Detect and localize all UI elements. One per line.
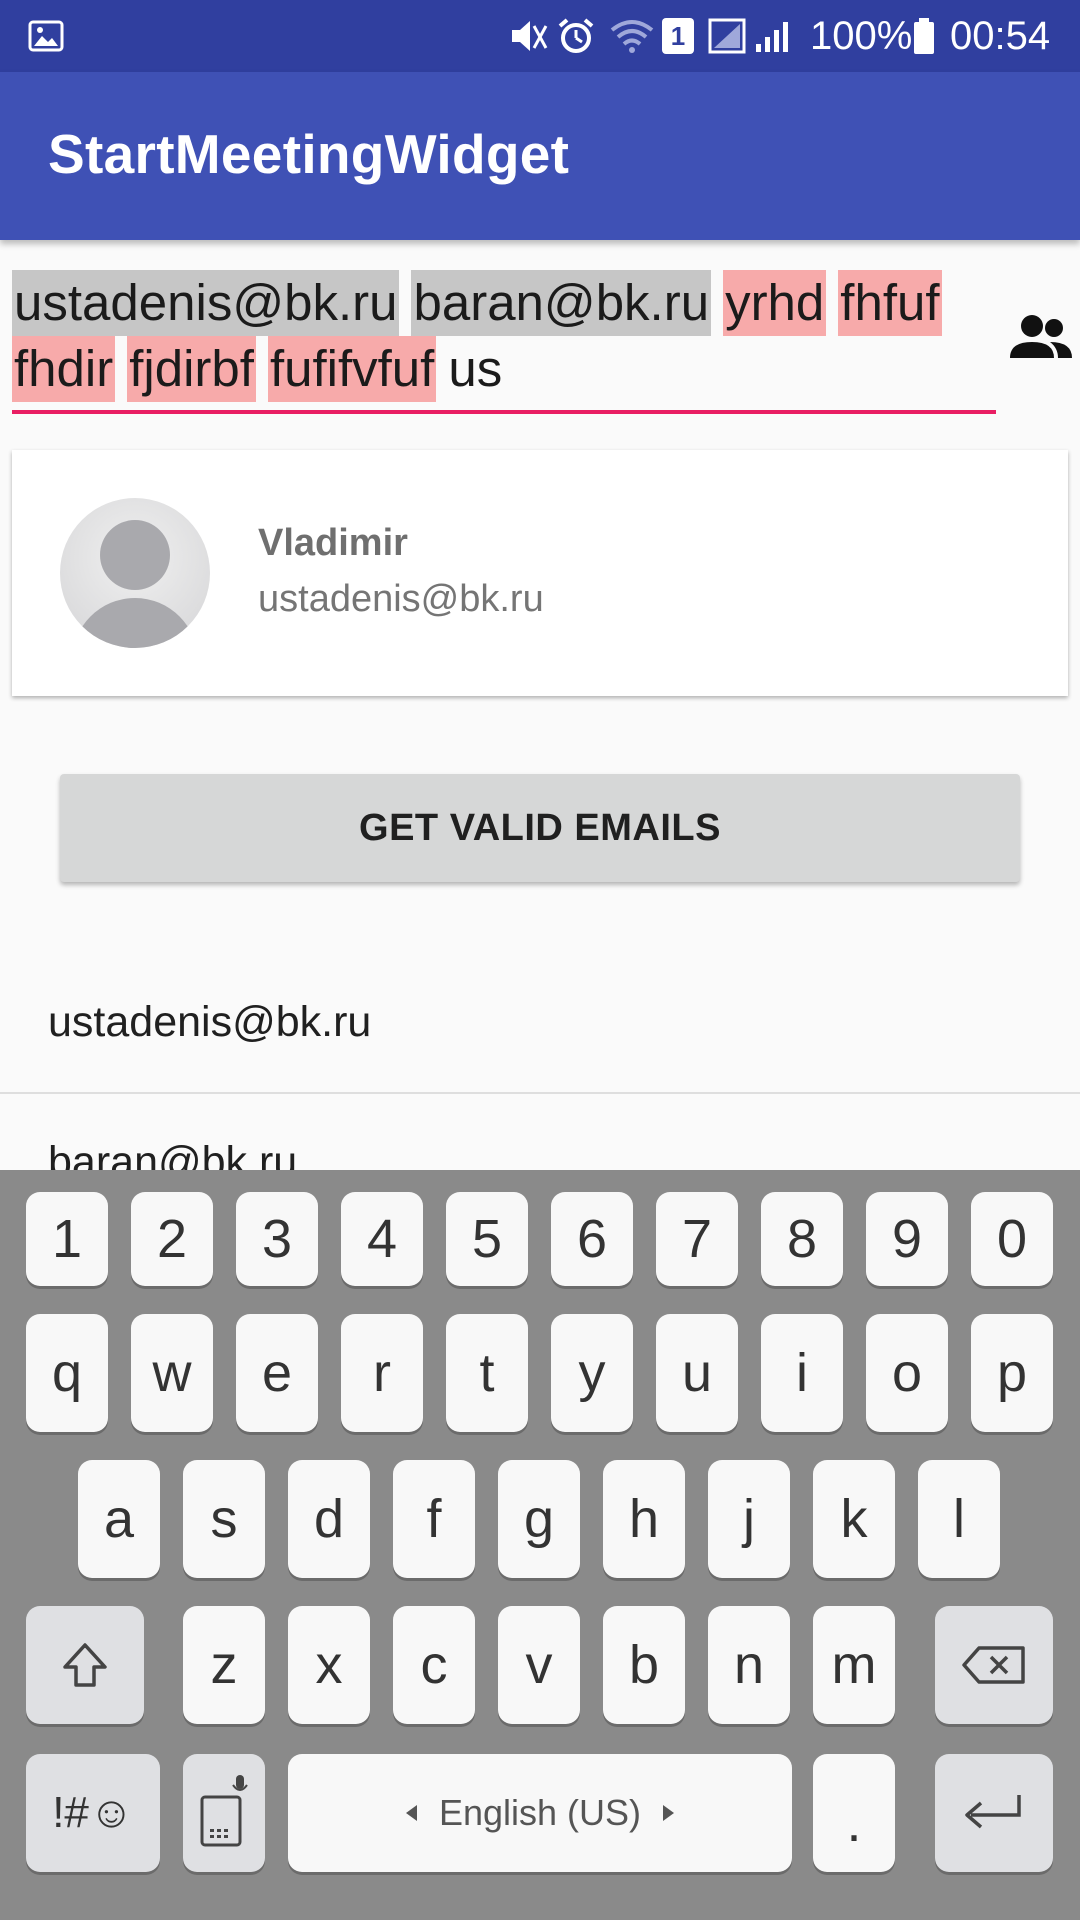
key-v[interactable]: v [498, 1606, 580, 1724]
key-5[interactable]: 5 [446, 1192, 528, 1286]
suggestion-email: ustadenis@bk.ru [258, 578, 544, 620]
recipient-chip[interactable]: ustadenis@bk.ru [12, 270, 400, 336]
recipient-chip[interactable]: baran@bk.ru [411, 270, 712, 336]
chevron-right-icon [663, 1805, 675, 1821]
recipient-chip-invalid[interactable]: fhdir [12, 336, 116, 402]
recipient-row-1: ustadenis@bk.ru baran@bk.ru yrhd fhfuf [12, 270, 942, 336]
divider [0, 1092, 1080, 1094]
contact-suggestion[interactable]: Vladimir ustadenis@bk.ru [12, 450, 1068, 696]
avatar [60, 498, 210, 648]
soft-keyboard: 1 2 3 4 5 6 7 8 9 0 q w e r t y u i o p … [0, 1170, 1080, 1920]
key-7[interactable]: 7 [656, 1192, 738, 1286]
shift-key[interactable] [26, 1606, 144, 1724]
key-c[interactable]: c [393, 1606, 475, 1724]
key-y[interactable]: y [551, 1314, 633, 1432]
status-bar: 1 100% 00:54 [0, 0, 1080, 72]
recipient-chip-invalid[interactable]: fhfuf [838, 270, 942, 336]
key-w[interactable]: w [131, 1314, 213, 1432]
key-b[interactable]: b [603, 1606, 685, 1724]
key-o[interactable]: o [866, 1314, 948, 1432]
key-2[interactable]: 2 [131, 1192, 213, 1286]
key-p[interactable]: p [971, 1314, 1053, 1432]
get-valid-emails-button[interactable]: GET VALID EMAILS [60, 774, 1020, 882]
key-n[interactable]: n [708, 1606, 790, 1724]
suggestion-name: Vladimir [258, 522, 408, 564]
gallery-notification-icon [28, 0, 64, 72]
key-k[interactable]: k [813, 1460, 895, 1578]
key-i[interactable]: i [761, 1314, 843, 1432]
key-q[interactable]: q [26, 1314, 108, 1432]
app-bar: StartMeetingWidget [0, 72, 1080, 240]
enter-icon [965, 1795, 1021, 1829]
key-8[interactable]: 8 [761, 1192, 843, 1286]
keyboard-settings-key[interactable] [183, 1754, 265, 1872]
key-g[interactable]: g [498, 1460, 580, 1578]
key-f[interactable]: f [393, 1460, 475, 1578]
recipient-chip-invalid[interactable]: yrhd [723, 270, 827, 336]
symbols-key[interactable]: !#☺ [26, 1754, 160, 1872]
key-u[interactable]: u [656, 1314, 738, 1432]
app-title: StartMeetingWidget [48, 123, 570, 185]
key-h[interactable]: h [603, 1460, 685, 1578]
space-language-label: English (US) [438, 1792, 642, 1833]
key-r[interactable]: r [341, 1314, 423, 1432]
input-underline [12, 410, 996, 414]
people-icon [1010, 315, 1072, 358]
key-d[interactable]: d [288, 1460, 370, 1578]
key-a[interactable]: a [78, 1460, 160, 1578]
wifi-icon [608, 0, 656, 72]
space-key[interactable]: English (US) [288, 1754, 792, 1872]
backspace-icon [962, 1646, 1025, 1684]
mute-icon [508, 0, 550, 72]
key-9[interactable]: 9 [866, 1192, 948, 1286]
period-key[interactable]: . [813, 1754, 895, 1872]
sim-badge: 1 [662, 0, 694, 72]
key-1[interactable]: 1 [26, 1192, 108, 1286]
key-m[interactable]: m [813, 1606, 895, 1724]
sim-number: 1 [662, 18, 694, 54]
battery-icon [912, 0, 936, 72]
backspace-key[interactable] [935, 1606, 1053, 1724]
key-s[interactable]: s [183, 1460, 265, 1578]
list-item-email: ustadenis@bk.ru [48, 998, 372, 1046]
key-x[interactable]: x [288, 1606, 370, 1724]
shift-icon [63, 1643, 107, 1687]
alarm-icon [556, 0, 596, 72]
recipient-chip-invalid[interactable]: fjdirbf [127, 336, 256, 402]
key-l[interactable]: l [918, 1460, 1000, 1578]
clock: 00:54 [950, 13, 1051, 58]
key-0[interactable]: 0 [971, 1192, 1053, 1286]
period-label: . [846, 1793, 862, 1853]
key-j[interactable]: j [708, 1460, 790, 1578]
typed-text[interactable]: us [448, 336, 502, 402]
recipient-chip-invalid[interactable]: fufifvfuf [267, 336, 437, 402]
enter-key[interactable] [935, 1754, 1053, 1872]
contacts-button[interactable] [1010, 312, 1072, 362]
key-6[interactable]: 6 [551, 1192, 633, 1286]
signal-icon [708, 0, 796, 72]
chevron-left-icon [405, 1805, 417, 1821]
recipient-row-2: fhdir fjdirbf fufifvfuf us [12, 336, 502, 402]
key-t[interactable]: t [446, 1314, 528, 1432]
battery-percent: 100% [810, 13, 913, 58]
key-z[interactable]: z [183, 1606, 265, 1724]
key-e[interactable]: e [236, 1314, 318, 1432]
keyboard-mic-icon [200, 1775, 248, 1847]
key-3[interactable]: 3 [236, 1192, 318, 1286]
key-4[interactable]: 4 [341, 1192, 423, 1286]
